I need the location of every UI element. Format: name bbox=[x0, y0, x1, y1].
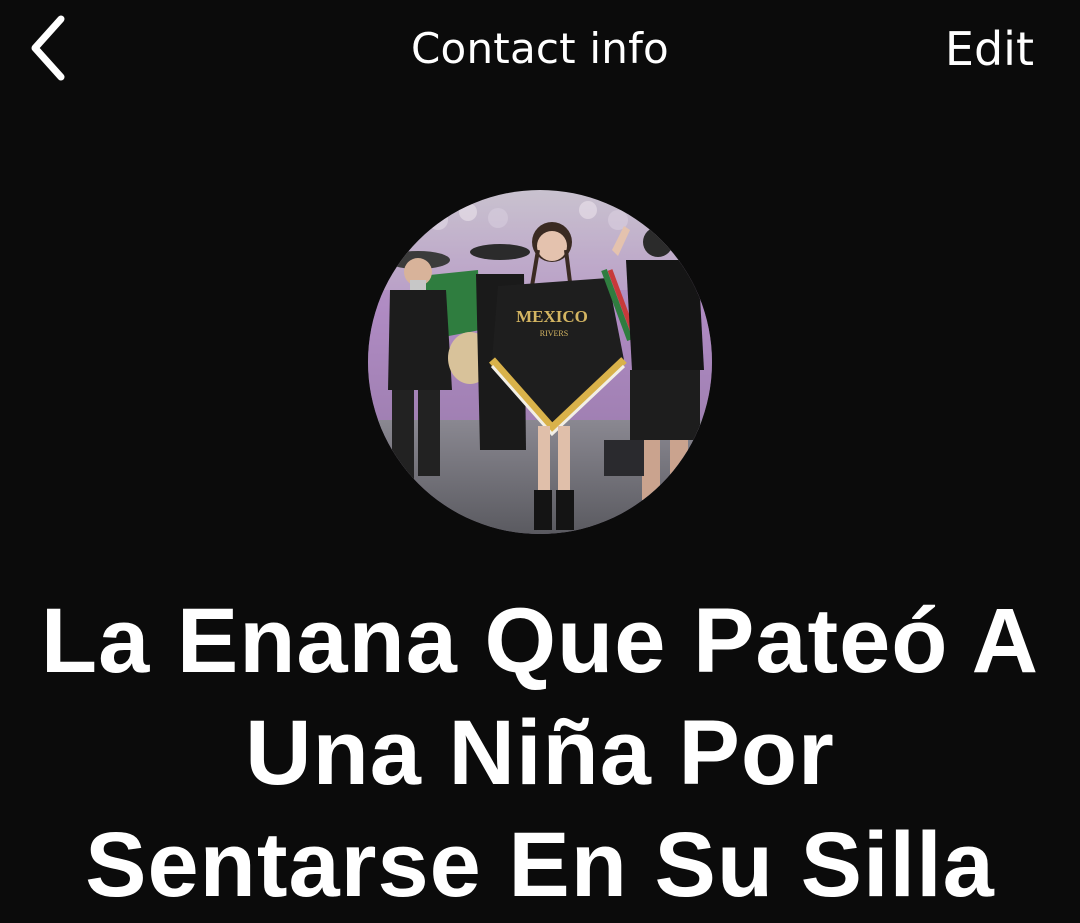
navigation-bar: Contact info Edit bbox=[0, 0, 1080, 110]
avatar-photo: MEXICO RIVERS bbox=[368, 190, 712, 534]
page-title: Contact info bbox=[411, 24, 669, 73]
edit-button[interactable]: Edit bbox=[945, 22, 1034, 76]
contact-name: La Enana Que Pateó A Una Niña Por Sentar… bbox=[40, 590, 1040, 916]
avatar[interactable]: MEXICO RIVERS bbox=[368, 190, 712, 534]
shirt-subtext: RIVERS bbox=[540, 329, 568, 338]
shirt-text: MEXICO bbox=[516, 307, 588, 326]
